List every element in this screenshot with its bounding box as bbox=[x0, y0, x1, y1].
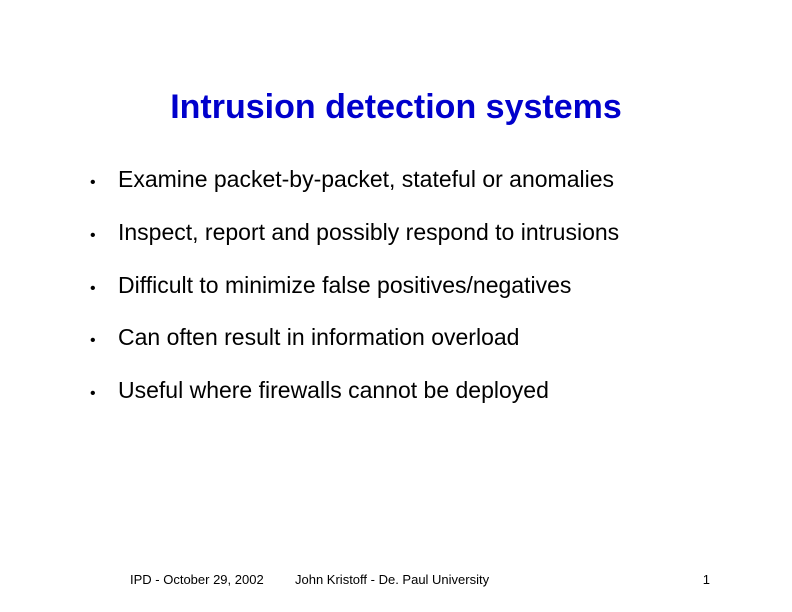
footer-page-number: 1 bbox=[703, 572, 710, 587]
bullet-item: • Can often result in information overlo… bbox=[90, 323, 712, 352]
footer-author: John Kristoff - De. Paul University bbox=[295, 572, 489, 587]
bullet-dot-icon: • bbox=[90, 327, 118, 349]
bullet-item: • Difficult to minimize false positives/… bbox=[90, 271, 712, 300]
bullet-item: • Inspect, report and possibly respond t… bbox=[90, 218, 712, 247]
bullet-dot-icon: • bbox=[90, 222, 118, 244]
bullet-dot-icon: • bbox=[90, 169, 118, 191]
bullet-text: Inspect, report and possibly respond to … bbox=[118, 218, 619, 247]
bullet-item: • Examine packet-by-packet, stateful or … bbox=[90, 165, 712, 194]
bullet-item: • Useful where firewalls cannot be deplo… bbox=[90, 376, 712, 405]
slide-title: Intrusion detection systems bbox=[0, 88, 792, 127]
bullet-text: Useful where firewalls cannot be deploye… bbox=[118, 376, 549, 405]
bullet-text: Difficult to minimize false positives/ne… bbox=[118, 271, 571, 300]
bullet-dot-icon: • bbox=[90, 275, 118, 297]
bullet-dot-icon: • bbox=[90, 380, 118, 402]
bullet-text: Can often result in information overload bbox=[118, 323, 519, 352]
bullet-text: Examine packet-by-packet, stateful or an… bbox=[118, 165, 614, 194]
footer-date: IPD - October 29, 2002 bbox=[130, 572, 264, 587]
bullet-list: • Examine packet-by-packet, stateful or … bbox=[90, 165, 712, 429]
